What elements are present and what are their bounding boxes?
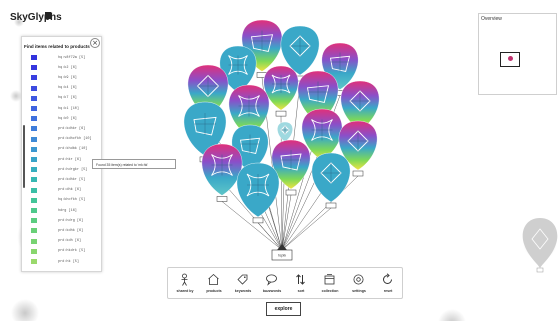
panel-list-item[interactable]: hq:khcfkh [5] bbox=[31, 197, 99, 205]
tooltip: Found 35 item(s) related to 'mk:hk' bbox=[92, 159, 176, 169]
tool-sort-button[interactable]: sort bbox=[287, 270, 315, 296]
color-swatch bbox=[31, 157, 37, 162]
panel-list-item[interactable]: prd:hdrgkr [5] bbox=[31, 166, 99, 174]
tool-label: buzzwords bbox=[262, 289, 282, 293]
tool-label: shared by bbox=[176, 289, 194, 293]
color-swatch bbox=[31, 259, 37, 264]
tool-products-button[interactable]: products bbox=[200, 270, 228, 296]
panel-item-label: hq:k2 [6] bbox=[58, 65, 77, 70]
tool-label: settings bbox=[352, 289, 366, 293]
color-swatch bbox=[31, 208, 37, 213]
panel-item-label: hq:k9 [6] bbox=[58, 75, 77, 80]
panel-item-label: prd:hkr [6] bbox=[58, 157, 82, 162]
tool-label: sort bbox=[297, 289, 305, 293]
panel-item-label: hq:k7 [6] bbox=[58, 96, 77, 101]
tool-buzzwords-button[interactable]: buzzwords bbox=[258, 270, 286, 296]
color-swatch bbox=[31, 55, 37, 60]
color-swatch bbox=[31, 197, 37, 203]
color-swatch bbox=[31, 85, 37, 91]
color-swatch bbox=[31, 116, 37, 122]
panel-list-item[interactable]: hdrg [16] bbox=[31, 207, 99, 215]
panel-list-item[interactable]: hq:k1 [10] bbox=[31, 105, 99, 113]
panel-item-label: hdrg [16] bbox=[58, 208, 77, 213]
panel-list-item[interactable]: prd:hk [5] bbox=[31, 258, 99, 266]
color-swatch bbox=[31, 95, 37, 101]
panel-item-label: prd:hkdrk [5] bbox=[58, 249, 86, 254]
panel-list-item[interactable]: prd:kdhcfkh [10] bbox=[31, 136, 99, 144]
gear-icon bbox=[353, 274, 364, 285]
reset-icon bbox=[383, 273, 392, 284]
person-icon bbox=[181, 273, 188, 286]
panel-list-item[interactable]: prd:dhk [6] bbox=[31, 187, 99, 195]
panel-list-item[interactable]: prd:kdh [6] bbox=[31, 238, 99, 246]
panel-list-item[interactable]: prd:khdbk [10] bbox=[31, 146, 99, 154]
speech-bubble-icon bbox=[266, 274, 277, 286]
panel-title: Find items related to products bbox=[24, 44, 90, 49]
color-swatch bbox=[31, 65, 37, 71]
panel-item-label: prd:kdhkr [6] bbox=[58, 126, 86, 131]
tool-label: collection bbox=[321, 289, 339, 293]
panel-item-label: prd:hdrgkr [5] bbox=[58, 167, 88, 172]
panel-item-label: hq:k1 [10] bbox=[58, 106, 80, 111]
panel-list-item[interactable]: hq:v8f72a [5] bbox=[31, 54, 99, 62]
app-title: SkyGlyphs bbox=[10, 12, 62, 23]
panel-scrollbar[interactable] bbox=[23, 125, 25, 188]
explore-button[interactable]: explore bbox=[266, 302, 301, 316]
panel-item-label: hq:k0 [6] bbox=[58, 116, 77, 121]
color-swatch bbox=[31, 75, 37, 81]
panel-item-label: hq:v8f72a [5] bbox=[58, 55, 86, 60]
panel-item-label: hq:khcfkh [5] bbox=[58, 198, 86, 203]
tool-keywords-button[interactable]: keywords bbox=[229, 270, 257, 296]
panel-list-item[interactable]: prd:hkdrk [5] bbox=[31, 248, 99, 256]
app-badge-icon bbox=[45, 12, 51, 19]
tool-shared-by-button[interactable]: shared by bbox=[171, 270, 199, 296]
panel-list-item[interactable]: prd:kdhkr [6] bbox=[31, 125, 99, 133]
color-swatch bbox=[31, 167, 37, 173]
tool-label: products bbox=[206, 289, 222, 293]
panel-item-label: prd:kdh [6] bbox=[58, 239, 82, 244]
collection-icon bbox=[324, 274, 335, 285]
color-swatch bbox=[31, 238, 37, 244]
panel-item-label: prd:kdhkr [5] bbox=[58, 177, 86, 182]
color-swatch bbox=[31, 177, 37, 183]
color-swatch bbox=[31, 218, 37, 224]
tool-settings-button[interactable]: settings bbox=[345, 270, 373, 296]
panel-item-label: prd:kdhk [6] bbox=[58, 228, 84, 233]
color-swatch bbox=[31, 187, 37, 193]
tool-label: reset bbox=[383, 289, 393, 293]
panel-list-item[interactable]: hq:k7 [6] bbox=[31, 95, 99, 103]
anchor-label: hq:kk bbox=[278, 254, 286, 258]
color-swatch bbox=[31, 146, 37, 152]
sort-icon bbox=[296, 274, 305, 285]
panel-item-label: prd:khdbk [10] bbox=[58, 147, 88, 152]
color-swatch bbox=[31, 126, 37, 132]
panel-list-item[interactable]: hq:k2 [6] bbox=[31, 64, 99, 72]
panel-item-label: prd:kdhcfkh [10] bbox=[58, 137, 92, 142]
panel-list-item[interactable]: prd:hkr [6] bbox=[31, 156, 99, 164]
color-swatch bbox=[31, 106, 37, 111]
overview-balloon-marker bbox=[508, 56, 513, 61]
panel-list-item[interactable]: hq:k4 [6] bbox=[31, 85, 99, 93]
close-icon[interactable]: × bbox=[90, 38, 100, 48]
tool-label: keywords bbox=[234, 289, 252, 293]
panel-item-label: hq:k4 [6] bbox=[58, 86, 77, 91]
panel-list-item[interactable]: prd:kdhk [6] bbox=[31, 227, 99, 235]
panel-list-item[interactable]: hq:k0 [6] bbox=[31, 115, 99, 123]
panel-list-item[interactable]: prd:kdhkr [5] bbox=[31, 176, 99, 184]
home-icon bbox=[208, 273, 219, 285]
color-swatch bbox=[31, 136, 37, 142]
panel-item-label: prd:dhk [6] bbox=[58, 188, 82, 193]
color-swatch bbox=[31, 228, 37, 234]
overview-title: Overview bbox=[481, 16, 502, 22]
panel-list-item[interactable]: prd:hdrg [6] bbox=[31, 217, 99, 225]
tag-icon bbox=[237, 274, 248, 285]
tool-collection-button[interactable]: collection bbox=[316, 270, 344, 296]
panel-item-label: prd:hdrg [6] bbox=[58, 218, 84, 223]
anchor-node[interactable]: hq:kk bbox=[271, 249, 293, 261]
tool-reset-button[interactable]: reset bbox=[374, 270, 402, 296]
color-swatch bbox=[31, 248, 37, 254]
panel-list-item[interactable]: hq:k9 [6] bbox=[31, 74, 99, 82]
panel-item-label: prd:hk [5] bbox=[58, 259, 80, 264]
